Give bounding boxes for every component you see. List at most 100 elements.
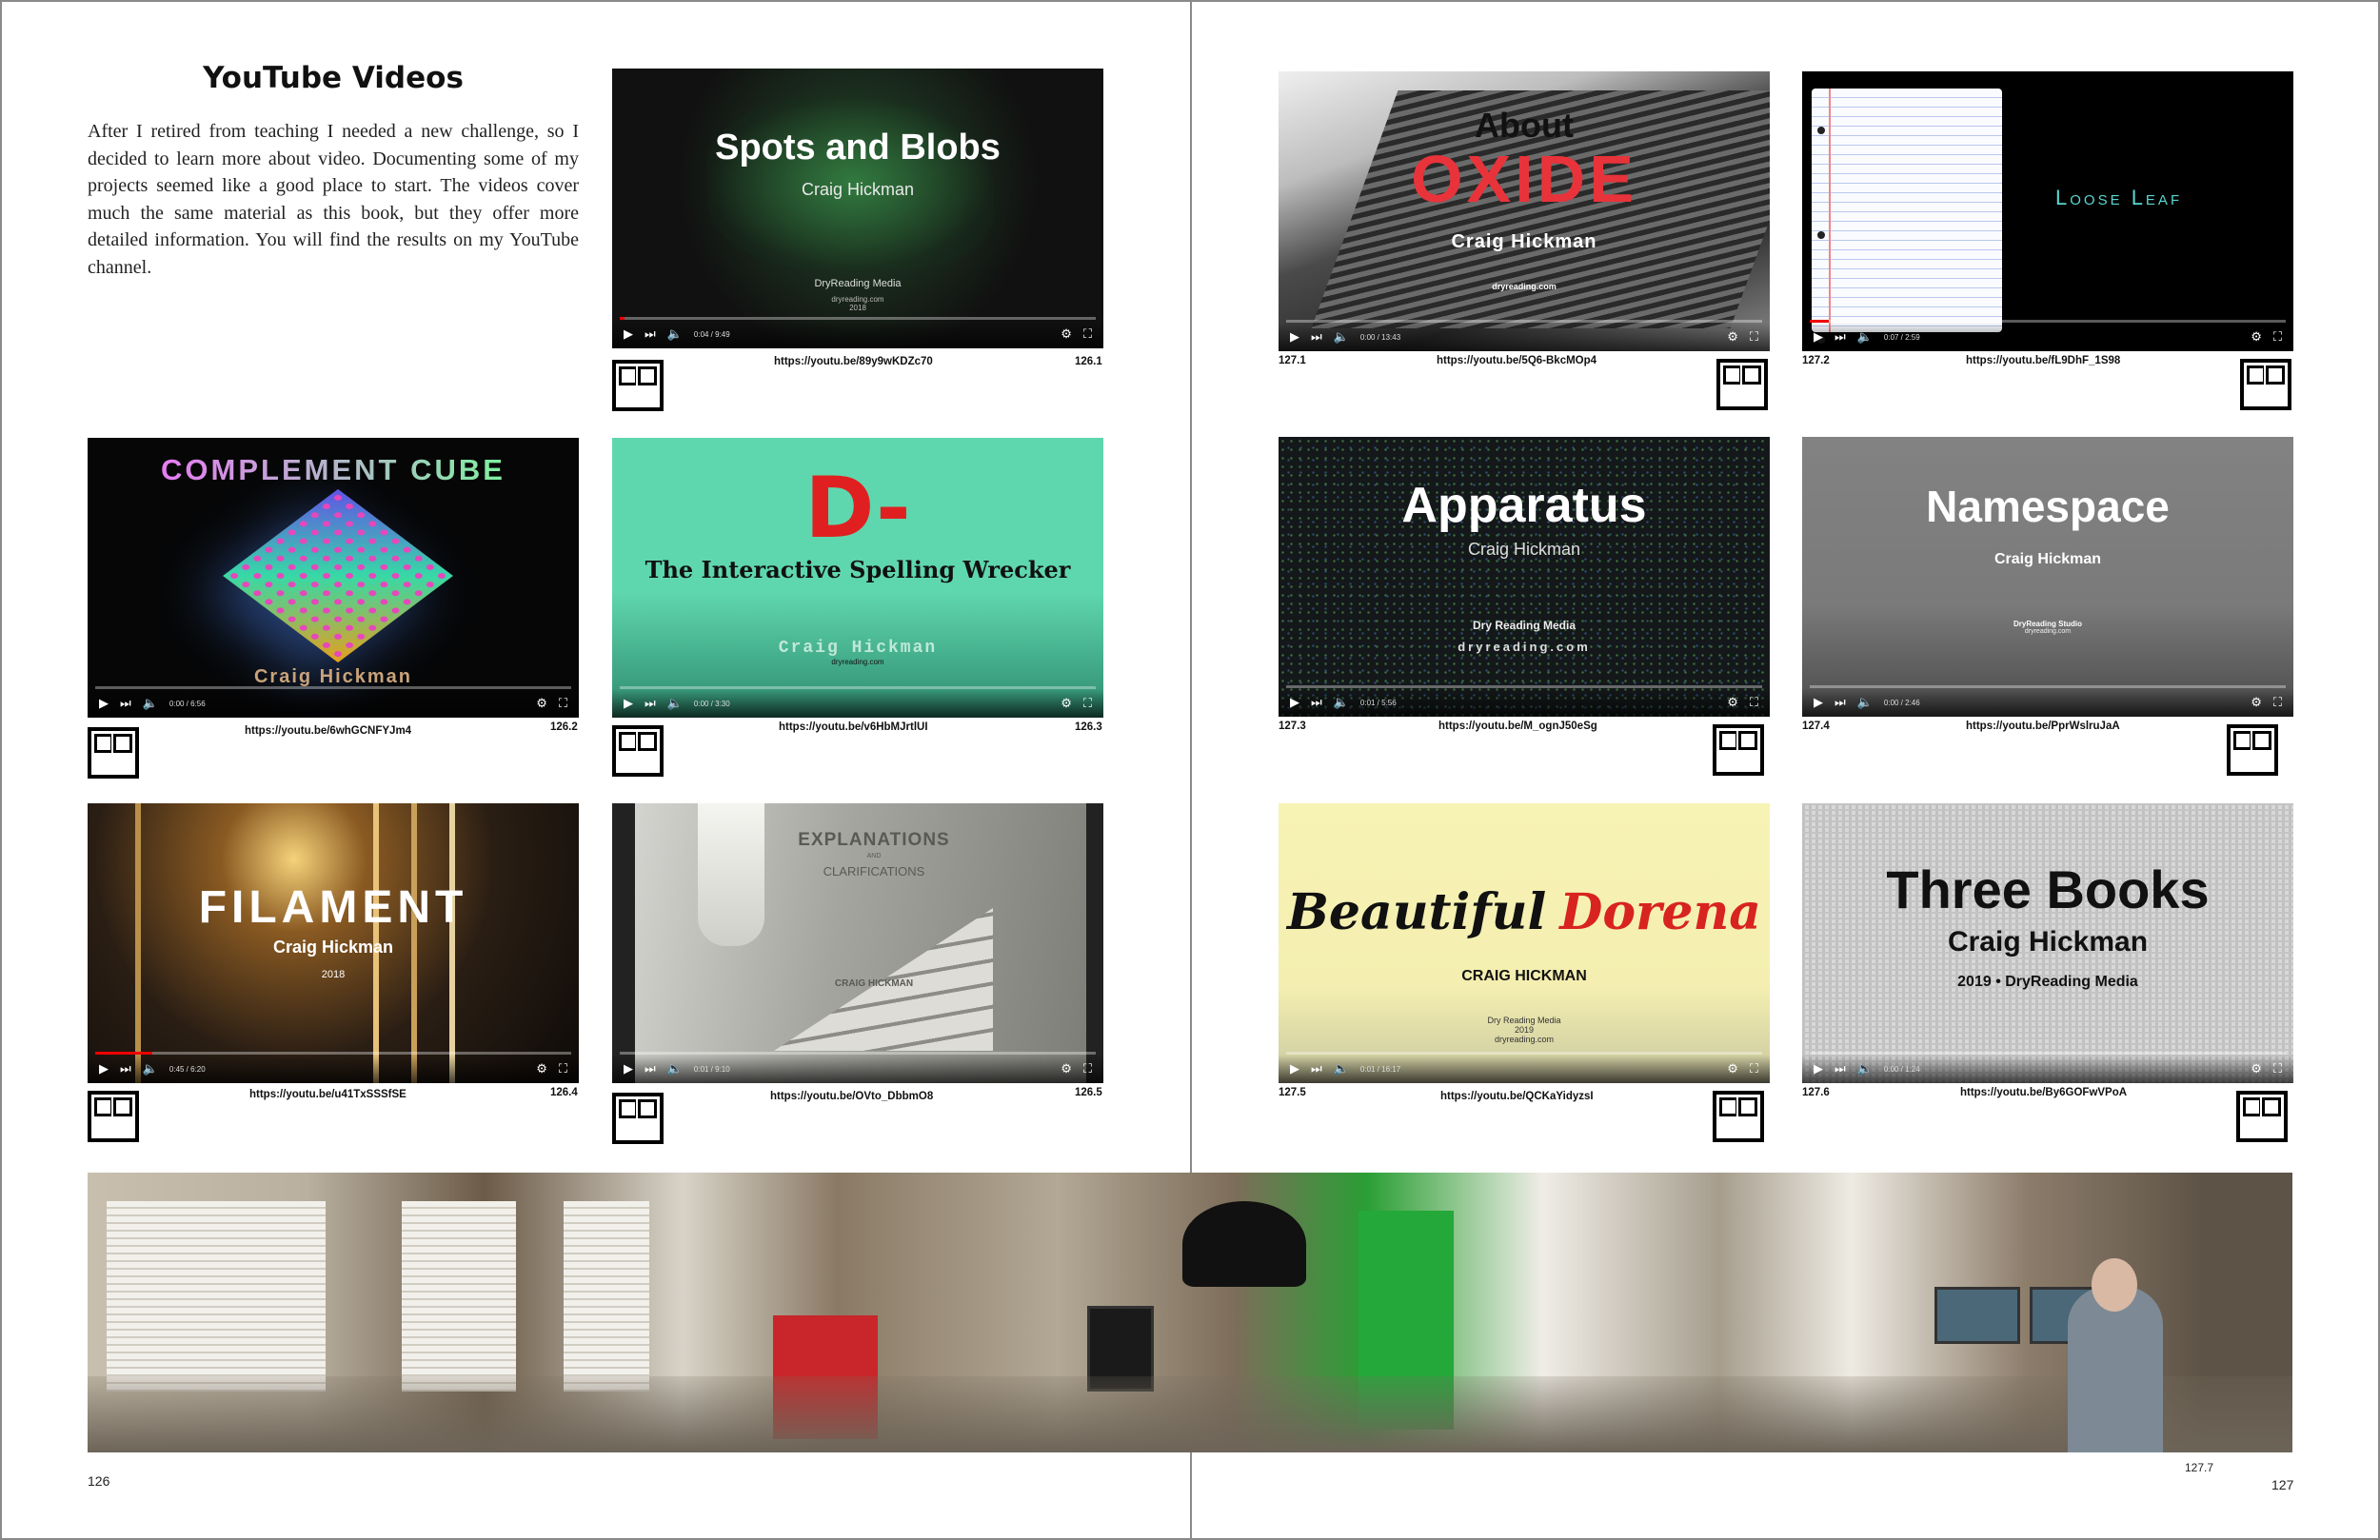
player-controls: ▶ ⏭ 🔈 0:00 / 1:24 ⚙ ⛶ bbox=[1802, 1055, 2293, 1083]
play-icon[interactable]: ▶ bbox=[99, 696, 109, 711]
player-controls: ▶ ⏭ 🔈 0:00 / 3:30 ⚙ ⛶ bbox=[612, 689, 1103, 718]
volume-icon[interactable]: 🔈 bbox=[143, 696, 158, 711]
settings-icon[interactable]: ⚙ bbox=[1727, 695, 1738, 710]
video-footer: DryReading Media bbox=[814, 278, 902, 289]
fullscreen-icon[interactable]: ⛶ bbox=[559, 1061, 567, 1076]
next-icon[interactable]: ⏭ bbox=[120, 1061, 131, 1076]
settings-icon[interactable]: ⚙ bbox=[1061, 696, 1072, 711]
video-thumbnail[interactable]: Spots and Blobs Craig Hickman DryReading… bbox=[612, 69, 1103, 348]
play-icon[interactable]: ▶ bbox=[1814, 1061, 1823, 1076]
play-icon[interactable]: ▶ bbox=[1814, 695, 1823, 710]
computer-monitor bbox=[1934, 1287, 2020, 1344]
settings-icon[interactable]: ⚙ bbox=[2251, 329, 2262, 345]
video-url[interactable]: https://youtu.be/6whGCNFYJm4 bbox=[245, 725, 411, 737]
settings-icon[interactable]: ⚙ bbox=[1727, 329, 1738, 345]
settings-icon[interactable]: ⚙ bbox=[1061, 326, 1072, 342]
settings-icon[interactable]: ⚙ bbox=[536, 1061, 547, 1076]
video-footer: 2019 bbox=[1514, 1025, 1535, 1035]
play-icon[interactable]: ▶ bbox=[1290, 329, 1299, 345]
player-controls: ▶ ⏭ 🔈 0:00 / 6:56 ⚙ ⛶ bbox=[88, 689, 579, 718]
video-thumbnail[interactable]: Beautiful Dorena CRAIG HICKMAN Dry Readi… bbox=[1279, 803, 1770, 1083]
fullscreen-icon[interactable]: ⛶ bbox=[1750, 1061, 1758, 1076]
umbrella-light bbox=[1182, 1201, 1306, 1287]
next-icon[interactable]: ⏭ bbox=[1311, 1061, 1322, 1076]
volume-icon[interactable]: 🔈 bbox=[667, 696, 683, 711]
video-url[interactable]: https://youtu.be/89y9wKDZc70 bbox=[774, 356, 933, 367]
video-thumbnail[interactable]: Namespace Craig Hickman DryReading Studi… bbox=[1802, 437, 2293, 717]
video-thumbnail[interactable]: Apparatus Craig Hickman Dry Reading Medi… bbox=[1279, 437, 1770, 717]
video-url[interactable]: https://youtu.be/PprWslruJaA bbox=[1966, 721, 2120, 732]
video-footer: dryreading.com bbox=[2024, 628, 2072, 635]
fullscreen-icon[interactable]: ⛶ bbox=[559, 696, 567, 711]
next-icon[interactable]: ⏭ bbox=[1835, 329, 1846, 345]
video-author: Craig Hickman bbox=[1467, 540, 1581, 559]
intro-paragraph: After I retired from teaching I needed a… bbox=[88, 121, 579, 278]
video-url[interactable]: https://youtu.be/QCKaYidyzsI bbox=[1440, 1091, 1594, 1102]
video-thumbnail[interactable]: FILAMENT Craig Hickman 2018 ▶ ⏭ 🔈 0:45 / 6… bbox=[88, 803, 579, 1083]
figure-number: 127.6 bbox=[1802, 1087, 1830, 1098]
video-url[interactable]: https://youtu.be/u41TxSSSfSE bbox=[249, 1089, 407, 1100]
qr-code bbox=[2240, 359, 2291, 410]
volume-icon[interactable]: 🔈 bbox=[143, 1061, 158, 1076]
fullscreen-icon[interactable]: ⛶ bbox=[2273, 1061, 2282, 1076]
player-controls: ▶ ⏭ 🔈 0:45 / 6:20 ⚙ ⛶ bbox=[88, 1055, 579, 1083]
video-url[interactable]: https://youtu.be/OVto_DbbmO8 bbox=[770, 1091, 933, 1102]
play-icon[interactable]: ▶ bbox=[624, 1061, 633, 1076]
next-icon[interactable]: ⏭ bbox=[1311, 695, 1322, 710]
play-icon[interactable]: ▶ bbox=[1290, 1061, 1299, 1076]
video-url[interactable]: https://youtu.be/fL9DhF_1S98 bbox=[1966, 355, 2120, 366]
play-icon[interactable]: ▶ bbox=[99, 1061, 109, 1076]
settings-icon[interactable]: ⚙ bbox=[536, 696, 547, 711]
video-url[interactable]: https://youtu.be/v6HbMJrtlUI bbox=[779, 721, 928, 733]
video-url[interactable]: https://youtu.be/5Q6-BkcMOp4 bbox=[1437, 355, 1597, 366]
fullscreen-icon[interactable]: ⛶ bbox=[2273, 329, 2282, 345]
settings-icon[interactable]: ⚙ bbox=[2251, 695, 2262, 710]
settings-icon[interactable]: ⚙ bbox=[1727, 1061, 1738, 1076]
next-icon[interactable]: ⏭ bbox=[1311, 329, 1322, 345]
video-title: FILAMENT bbox=[198, 882, 468, 933]
video-thumbnail[interactable]: D- The Interactive Spelling Wrecker Crai… bbox=[612, 438, 1103, 718]
fullscreen-icon[interactable]: ⛶ bbox=[1750, 695, 1758, 710]
next-icon[interactable]: ⏭ bbox=[1835, 1061, 1846, 1076]
play-icon[interactable]: ▶ bbox=[1814, 329, 1823, 345]
video-url[interactable]: https://youtu.be/By6GOFwVPoA bbox=[1960, 1087, 2127, 1098]
video-thumbnail[interactable]: COMPLEMENT CUBE Craig Hickman ▶ ⏭ 🔈 0:00 /… bbox=[88, 438, 579, 718]
video-time: 0:00 / 3:30 bbox=[693, 699, 730, 708]
play-icon[interactable]: ▶ bbox=[624, 696, 633, 711]
play-icon[interactable]: ▶ bbox=[624, 326, 633, 342]
video-footer: dryreading.com bbox=[1494, 1035, 1555, 1044]
fullscreen-icon[interactable]: ⛶ bbox=[1083, 326, 1092, 342]
volume-icon[interactable]: 🔈 bbox=[1857, 329, 1873, 345]
next-icon[interactable]: ⏭ bbox=[1835, 695, 1846, 710]
qr-code bbox=[612, 360, 664, 411]
video-thumbnail[interactable]: Three Books Craig Hickman 2019 • DryRead… bbox=[1802, 803, 2293, 1083]
figure-number: 127.4 bbox=[1802, 721, 1830, 732]
video-thumbnail[interactable]: EXPLANATIONS AND CLARIFICATIONS CRAIG HI… bbox=[612, 803, 1103, 1083]
volume-icon[interactable]: 🔈 bbox=[1857, 1061, 1873, 1076]
video-footer: dryreading.com bbox=[1458, 640, 1591, 654]
volume-icon[interactable]: 🔈 bbox=[1334, 329, 1349, 345]
next-icon[interactable]: ⏭ bbox=[645, 1061, 656, 1076]
video-footer: 2018 bbox=[321, 969, 346, 980]
fullscreen-icon[interactable]: ⛶ bbox=[1083, 696, 1092, 711]
volume-icon[interactable]: 🔈 bbox=[1857, 695, 1873, 710]
video-url[interactable]: https://youtu.be/M_ognJ50eSg bbox=[1438, 721, 1597, 732]
volume-icon[interactable]: 🔈 bbox=[667, 326, 683, 342]
settings-icon[interactable]: ⚙ bbox=[2251, 1061, 2262, 1076]
fullscreen-icon[interactable]: ⛶ bbox=[2273, 695, 2282, 710]
video-thumbnail[interactable]: About OXIDE Craig Hickman dryreading.com… bbox=[1279, 71, 1770, 351]
fullscreen-icon[interactable]: ⛶ bbox=[1750, 329, 1758, 345]
next-icon[interactable]: ⏭ bbox=[645, 326, 656, 342]
next-icon[interactable]: ⏭ bbox=[645, 696, 656, 711]
play-icon[interactable]: ▶ bbox=[1290, 695, 1299, 710]
volume-icon[interactable]: 🔈 bbox=[667, 1061, 683, 1076]
fullscreen-icon[interactable]: ⛶ bbox=[1083, 1061, 1092, 1076]
volume-icon[interactable]: 🔈 bbox=[1334, 695, 1349, 710]
next-icon[interactable]: ⏭ bbox=[120, 696, 131, 711]
figure-number: 126.2 bbox=[550, 721, 578, 733]
video-author: Craig Hickman bbox=[1947, 926, 2149, 958]
video-thumbnail[interactable]: Loose Leaf ▶ ⏭ 🔈 0:07 / 2:59 ⚙ ⛶ bbox=[1802, 71, 2293, 351]
volume-icon[interactable]: 🔈 bbox=[1334, 1061, 1349, 1076]
video-title: EXPLANATIONS bbox=[798, 830, 950, 850]
settings-icon[interactable]: ⚙ bbox=[1061, 1061, 1072, 1076]
